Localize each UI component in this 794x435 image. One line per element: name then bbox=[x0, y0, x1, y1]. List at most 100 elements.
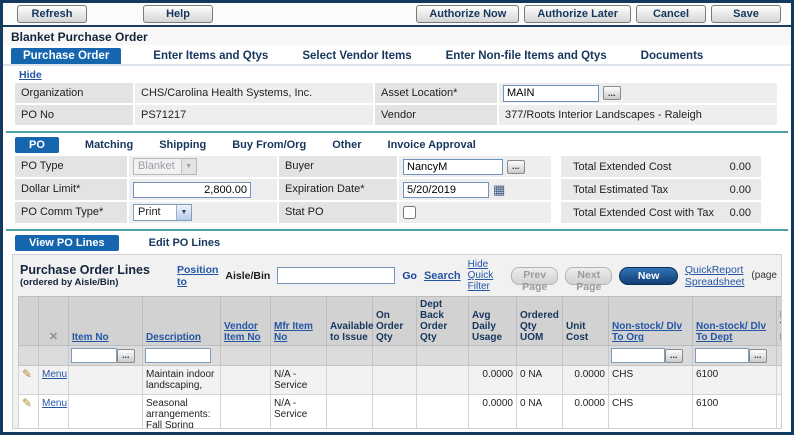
dlv-to-dept-filter-lookup-button[interactable]: ... bbox=[749, 349, 767, 363]
position-to-link[interactable]: Position to bbox=[177, 264, 218, 288]
mfr-item-no-header[interactable]: Mfr Item No bbox=[271, 297, 327, 346]
asset-location-input[interactable] bbox=[503, 85, 599, 102]
new-button[interactable]: New bbox=[619, 267, 678, 285]
expiration-date-input[interactable] bbox=[403, 182, 489, 198]
hide-quick-filter-link[interactable]: Hide Quick Filter bbox=[468, 259, 504, 292]
aisle-bin-input[interactable] bbox=[277, 267, 395, 284]
po-comm-type-select[interactable]: Print ▼ bbox=[133, 204, 192, 221]
item-no-sort-link[interactable]: Item No bbox=[72, 332, 109, 343]
organization-value: CHS/Carolina Health Systems, Inc. bbox=[135, 83, 373, 103]
hide-link[interactable]: Hide bbox=[19, 69, 42, 81]
filter-cell-avg-daily-usage bbox=[469, 346, 517, 366]
on-order-qty-cell bbox=[373, 395, 417, 430]
authorize-now-button[interactable]: Authorize Now bbox=[416, 5, 519, 23]
description-header[interactable]: Description bbox=[143, 297, 221, 346]
search-link[interactable]: Search bbox=[424, 270, 461, 282]
dlv-to-loc-header: Dlv To Loc bbox=[777, 297, 783, 346]
nonstock-dlv-to-dept-sort-link[interactable]: Non-stock/ Dlv To Dept bbox=[696, 321, 766, 343]
nonstock-dlv-to-org-header[interactable]: Non-stock/ Dlv To Org bbox=[609, 297, 693, 346]
filter-cell-description bbox=[143, 346, 221, 366]
stat-po-checkbox[interactable] bbox=[403, 206, 416, 219]
dollar-limit-field-cell bbox=[129, 179, 277, 200]
mfr-item-no-cell: N/A - Service bbox=[271, 395, 327, 430]
tab-po[interactable]: PO bbox=[15, 137, 59, 153]
edit-pencil-icon[interactable]: ✎ bbox=[22, 367, 32, 381]
dlv-to-org-filter-lookup-button[interactable]: ... bbox=[665, 349, 683, 363]
clear-filter-column-header: ✕ bbox=[39, 297, 69, 346]
go-link[interactable]: Go bbox=[402, 270, 417, 282]
save-button[interactable]: Save bbox=[711, 5, 781, 23]
filter-cell-available-to-issue bbox=[327, 346, 373, 366]
cancel-button[interactable]: Cancel bbox=[636, 5, 706, 23]
item-no-cell bbox=[69, 395, 143, 430]
tab-other[interactable]: Other bbox=[332, 139, 361, 151]
dlv-to-dept-filter-input[interactable] bbox=[695, 348, 749, 363]
total-extended-cost-with-tax-label: Total Extended Cost with Tax bbox=[573, 207, 714, 219]
clear-filter-icon[interactable]: ✕ bbox=[49, 331, 58, 343]
dollar-limit-input[interactable] bbox=[133, 182, 251, 198]
mfr-item-no-cell: N/A - Service bbox=[271, 366, 327, 395]
tab-shipping[interactable]: Shipping bbox=[159, 139, 206, 151]
buyer-lookup-button[interactable]: ... bbox=[507, 160, 525, 174]
next-page-button[interactable]: Next Page bbox=[565, 267, 612, 285]
menu-link[interactable]: Menu bbox=[42, 398, 67, 409]
filter-cell-dlv-to-loc bbox=[777, 346, 783, 366]
vendor-item-no-header[interactable]: Vendor Item No bbox=[221, 297, 271, 346]
nonstock-dlv-to-dept-header[interactable]: Non-stock/ Dlv To Dept bbox=[693, 297, 777, 346]
help-button[interactable]: Help bbox=[143, 5, 213, 23]
refresh-button[interactable]: Refresh bbox=[17, 5, 87, 23]
po-comm-type-value: Print bbox=[134, 205, 176, 220]
available-to-issue-cell bbox=[327, 395, 373, 430]
buyer-input[interactable] bbox=[403, 159, 503, 175]
dlv-to-org-filter-input[interactable] bbox=[611, 348, 665, 363]
unit-cost-cell: 0.0000 bbox=[563, 395, 609, 430]
item-no-header[interactable]: Item No bbox=[69, 297, 143, 346]
vendor-item-no-sort-link[interactable]: Vendor Item No bbox=[224, 321, 261, 343]
tab-purchase-order[interactable]: Purchase Order bbox=[11, 48, 121, 64]
description-cell: Seasonal arrangements: Fall Spring Sum W… bbox=[143, 395, 221, 430]
main-tab-bar: Purchase Order Enter Items and Qtys Sele… bbox=[3, 45, 791, 66]
tab-invoice-approval[interactable]: Invoice Approval bbox=[388, 139, 476, 151]
row-menu-cell: Menu bbox=[39, 366, 69, 395]
po-comm-type-field-cell: Print ▼ bbox=[129, 202, 277, 223]
tab-documents[interactable]: Documents bbox=[639, 48, 706, 64]
report-links: QuickReport Spreadsheet bbox=[685, 264, 745, 288]
table-row: ✎ Menu Maintain indoor landscaping, N/A … bbox=[19, 366, 783, 395]
po-type-label: PO Type bbox=[15, 156, 127, 177]
filter-cell-ordered-qty-uom bbox=[517, 346, 563, 366]
description-sort-link[interactable]: Description bbox=[146, 332, 201, 343]
on-order-qty-header: On Order Qty bbox=[373, 297, 417, 346]
filter-cell-mfr-item-no bbox=[271, 346, 327, 366]
po-no-label: PO No bbox=[15, 105, 133, 125]
tab-select-vendor-items[interactable]: Select Vendor Items bbox=[300, 48, 413, 64]
item-no-cell bbox=[69, 366, 143, 395]
tab-enter-nonfile-items-and-qtys[interactable]: Enter Non-file Items and Qtys bbox=[444, 48, 609, 64]
asset-location-lookup-button[interactable]: ... bbox=[603, 86, 621, 100]
edit-pencil-icon[interactable]: ✎ bbox=[22, 396, 32, 410]
authorize-later-button[interactable]: Authorize Later bbox=[524, 5, 631, 23]
po-tab-bar: PO Matching Shipping Buy From/Org Other … bbox=[3, 135, 791, 154]
tab-view-po-lines[interactable]: View PO Lines bbox=[15, 235, 119, 251]
tab-enter-items-and-qtys[interactable]: Enter Items and Qtys bbox=[151, 48, 270, 64]
mfr-item-no-sort-link[interactable]: Mfr Item No bbox=[274, 321, 313, 343]
menu-link[interactable]: Menu bbox=[42, 369, 67, 380]
prev-page-button[interactable]: Prev Page bbox=[511, 267, 558, 285]
tab-matching[interactable]: Matching bbox=[85, 139, 133, 151]
quickreport-link[interactable]: QuickReport bbox=[685, 264, 745, 276]
total-extended-cost-row: Total Extended Cost 0.00 bbox=[561, 156, 761, 177]
spreadsheet-link[interactable]: Spreadsheet bbox=[685, 276, 745, 288]
item-no-filter-input[interactable] bbox=[71, 348, 117, 363]
po-lines-panel: Purchase Order Lines (ordered by Aisle/B… bbox=[12, 254, 782, 429]
po-lines-title: Purchase Order Lines bbox=[20, 263, 170, 277]
item-no-filter-lookup-button[interactable]: ... bbox=[117, 349, 135, 363]
dollar-limit-label: Dollar Limit* bbox=[15, 179, 127, 200]
expiration-date-field-cell: ▦ bbox=[399, 179, 551, 200]
nonstock-dlv-to-org-sort-link[interactable]: Non-stock/ Dlv To Org bbox=[612, 321, 682, 343]
tab-edit-po-lines[interactable]: Edit PO Lines bbox=[149, 237, 221, 249]
description-filter-input[interactable] bbox=[145, 348, 211, 363]
tab-buy-from-org[interactable]: Buy From/Org bbox=[232, 139, 306, 151]
calendar-icon[interactable]: ▦ bbox=[493, 184, 505, 196]
asset-location-label: Asset Location* bbox=[375, 83, 497, 103]
filter-cell-dept-back-order-qty bbox=[417, 346, 469, 366]
ordered-qty-uom-header: Ordered Qty UOM bbox=[517, 297, 563, 346]
